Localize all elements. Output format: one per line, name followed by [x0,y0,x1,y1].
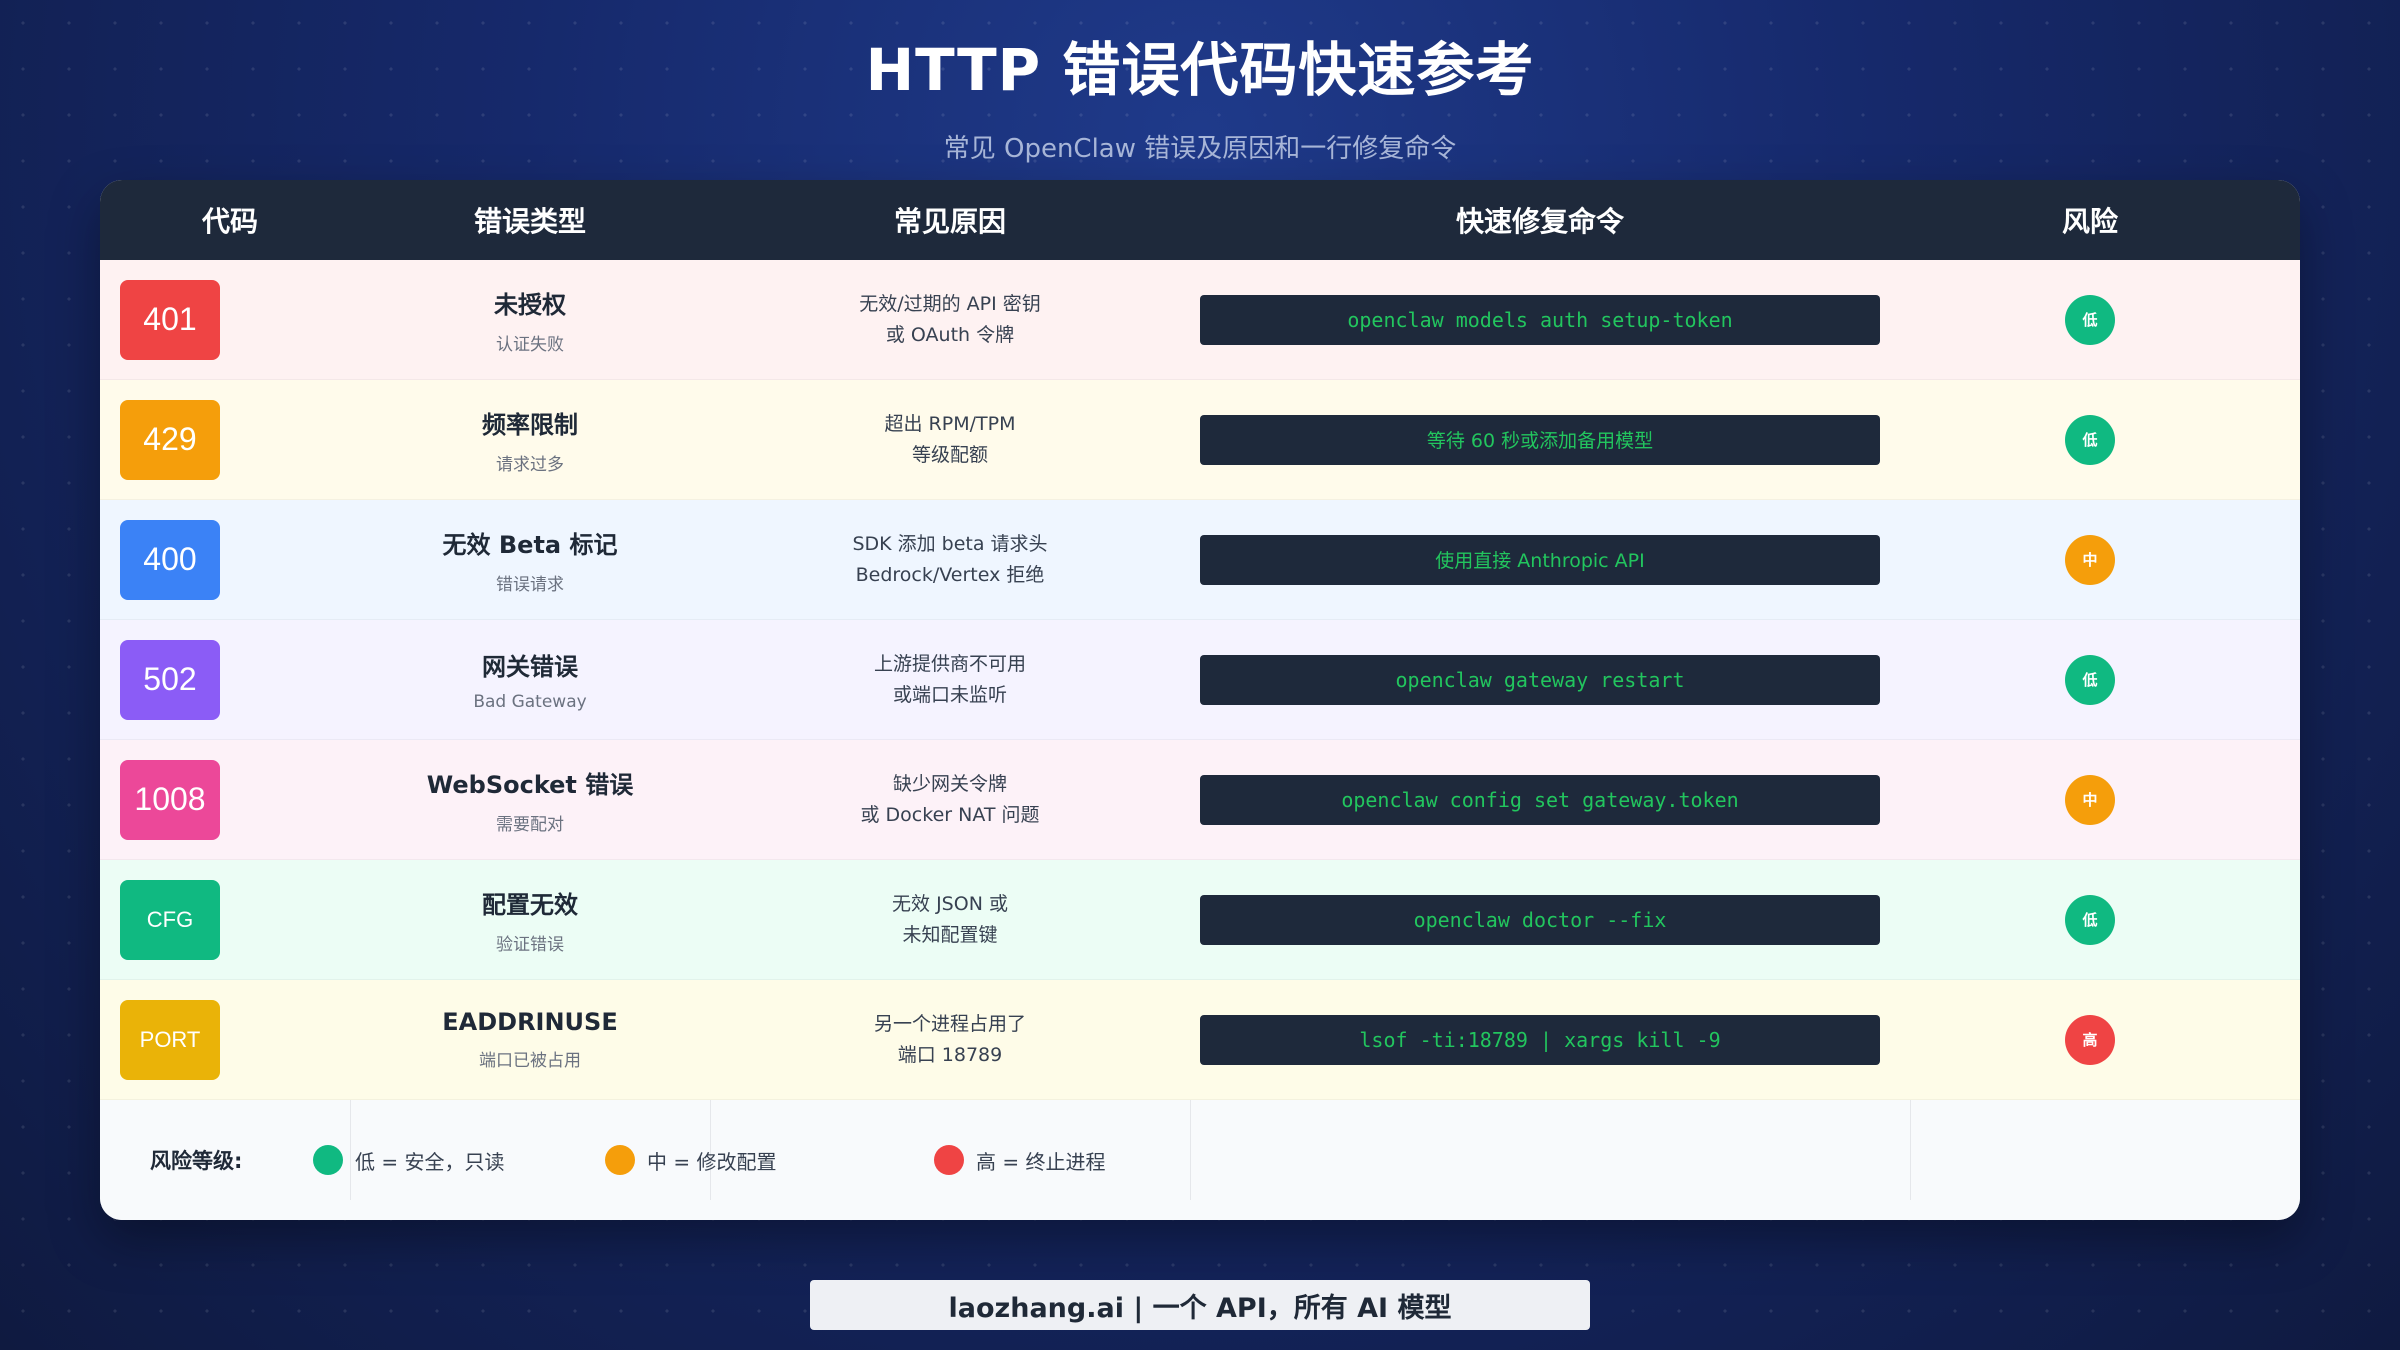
legend-label: 高 = 终止进程 [976,1149,1106,1174]
error-type-subtitle: 请求过多 [496,454,564,475]
column-header-cause: 常见原因 [893,205,1006,238]
error-type-subtitle: 验证错误 [496,934,564,955]
cause-line-1: 缺少网关令牌 [892,772,1007,795]
cause-line-2: 未知配置键 [902,923,998,946]
cause-line-1: 无效 JSON 或 [892,892,1008,915]
fix-command[interactable]: openclaw models auth setup-token [1200,294,1880,345]
legend-dot-icon [605,1145,635,1175]
risk-legend: 风险等级: 低 = 安全，只读 中 = 修改配置 高 = 终止进程 [100,1100,2300,1220]
legend-item-high: 高 = 终止进程 [934,1145,1105,1175]
legend-item-medium: 中 = 修改配置 [605,1145,776,1175]
error-type: 未授权 [494,290,566,319]
cause-line-1: 上游提供商不可用 [873,652,1026,675]
error-reference-table: 代码 错误类型 常见原因 快速修复命令 风险 401 未授权认证失败 无效/过期… [100,180,2300,1220]
error-type: 配置无效 [482,890,578,919]
risk-badge: 低 [2065,654,2115,705]
error-type-subtitle: 认证失败 [496,334,564,355]
risk-badge: 高 [2065,1014,2115,1065]
page-subtitle: 常见 OpenClaw 错误及原因和一行修复命令 [943,134,1457,164]
column-header-fix: 快速修复命令 [1455,205,1624,238]
cause-line-2: 或 Docker NAT 问题 [860,803,1040,826]
risk-badge: 中 [2065,534,2115,585]
error-code-badge: CFG [120,879,220,960]
cause-line-1: 无效/过期的 API 密钥 [859,292,1041,315]
error-code-badge: 400 [120,519,220,600]
table-header: 代码 错误类型 常见原因 快速修复命令 风险 [100,180,2300,260]
fix-command[interactable]: openclaw doctor --fix [1200,894,1880,945]
cause-line-2: 或端口未监听 [892,683,1007,706]
table-body: 401 未授权认证失败 无效/过期的 API 密钥或 OAuth 令牌 open… [100,260,2300,1100]
table-row: 400 无效 Beta 标记错误请求 SDK 添加 beta 请求头 Bedroc… [100,500,2300,620]
fix-command[interactable]: 使用直接 Anthropic API [1200,534,1880,585]
error-code-badge: PORT [120,999,220,1080]
risk-badge: 中 [2065,774,2115,825]
legend-label: 低 = 安全，只读 [355,1149,505,1174]
risk-badge: 低 [2065,894,2115,945]
error-type: EADDRINUSE [442,1008,618,1036]
error-type: 网关错误 [482,653,578,681]
cause-line-1: 另一个进程占用了 [873,1012,1026,1035]
legend-title: 风险等级: [150,1149,243,1173]
column-header-risk: 风险 [2061,205,2118,238]
table-row: 502 网关错误 Bad Gateway 上游提供商不可用 或端口未监听 openc… [100,620,2300,740]
error-code-badge: 401 [120,279,220,360]
legend-dot-icon [313,1145,343,1175]
cause-line-2: 端口 18789 [897,1043,1003,1066]
cause-line-2: 等级配额 [911,443,988,466]
cause-line-1: 超出 RPM/TPM [884,412,1016,435]
page-header: HTTP 错误代码快速参考 常见 OpenClaw 错误及原因和一行修复命令 [0,30,2400,165]
cause-line-1: SDK 添加 beta 请求头 [852,532,1048,555]
table-row: PORT EADDRINUSE 端口已被占用 另一个进程占用了 端口 18789 l… [100,980,2300,1100]
fix-command[interactable]: openclaw config set gateway.token [1200,774,1880,825]
fix-command[interactable]: 等待 60 秒或添加备用模型 [1200,414,1880,465]
error-code-badge: 1008 [120,759,220,840]
error-type-subtitle: 需要配对 [496,814,564,835]
table-row: 429 频率限制请求过多 超出 RPM/TPM 等级配额 等待 60 秒或添加备用… [100,380,2300,500]
fix-command[interactable]: lsof -ti:18789 | xargs kill -9 [1200,1014,1880,1065]
error-type-subtitle: Bad Gateway [473,692,587,712]
legend-divider [1190,1100,1191,1200]
risk-badge: 低 [2065,294,2115,345]
error-type: 无效 Beta 标记 [442,530,618,559]
cause-line-2: Bedrock/Vertex 拒绝 [855,563,1045,586]
column-header-code: 代码 [201,205,258,238]
error-code-badge: 429 [120,399,220,480]
error-type: 频率限制 [482,410,578,439]
column-header-type: 错误类型 [473,205,586,238]
error-code-badge: 502 [120,639,220,720]
error-type-subtitle: 端口已被占用 [479,1051,581,1071]
footer-banner[interactable]: laozhang.ai | 一个 API，所有 AI 模型 [810,1280,1590,1330]
legend-label: 中 = 修改配置 [647,1149,777,1174]
risk-badge: 低 [2065,414,2115,465]
table-row: CFG 配置无效验证错误 无效 JSON 或未知配置键 openclaw doc… [100,860,2300,980]
legend-dot-icon [934,1145,964,1175]
fix-command[interactable]: openclaw gateway restart [1200,654,1880,705]
legend-item-low: 低 = 安全，只读 [313,1145,504,1175]
error-type-subtitle: 错误请求 [496,574,564,595]
page-title: HTTP 错误代码快速参考 [865,36,1535,104]
error-type: WebSocket 错误 [426,770,634,799]
table-row: 1008 WebSocket 错误需要配对 缺少网关令牌或 Docker NAT… [100,740,2300,860]
legend-divider [1910,1100,1911,1200]
table-row: 401 未授权认证失败 无效/过期的 API 密钥或 OAuth 令牌 open… [100,260,2300,380]
cause-line-2: 或 OAuth 令牌 [885,323,1015,346]
